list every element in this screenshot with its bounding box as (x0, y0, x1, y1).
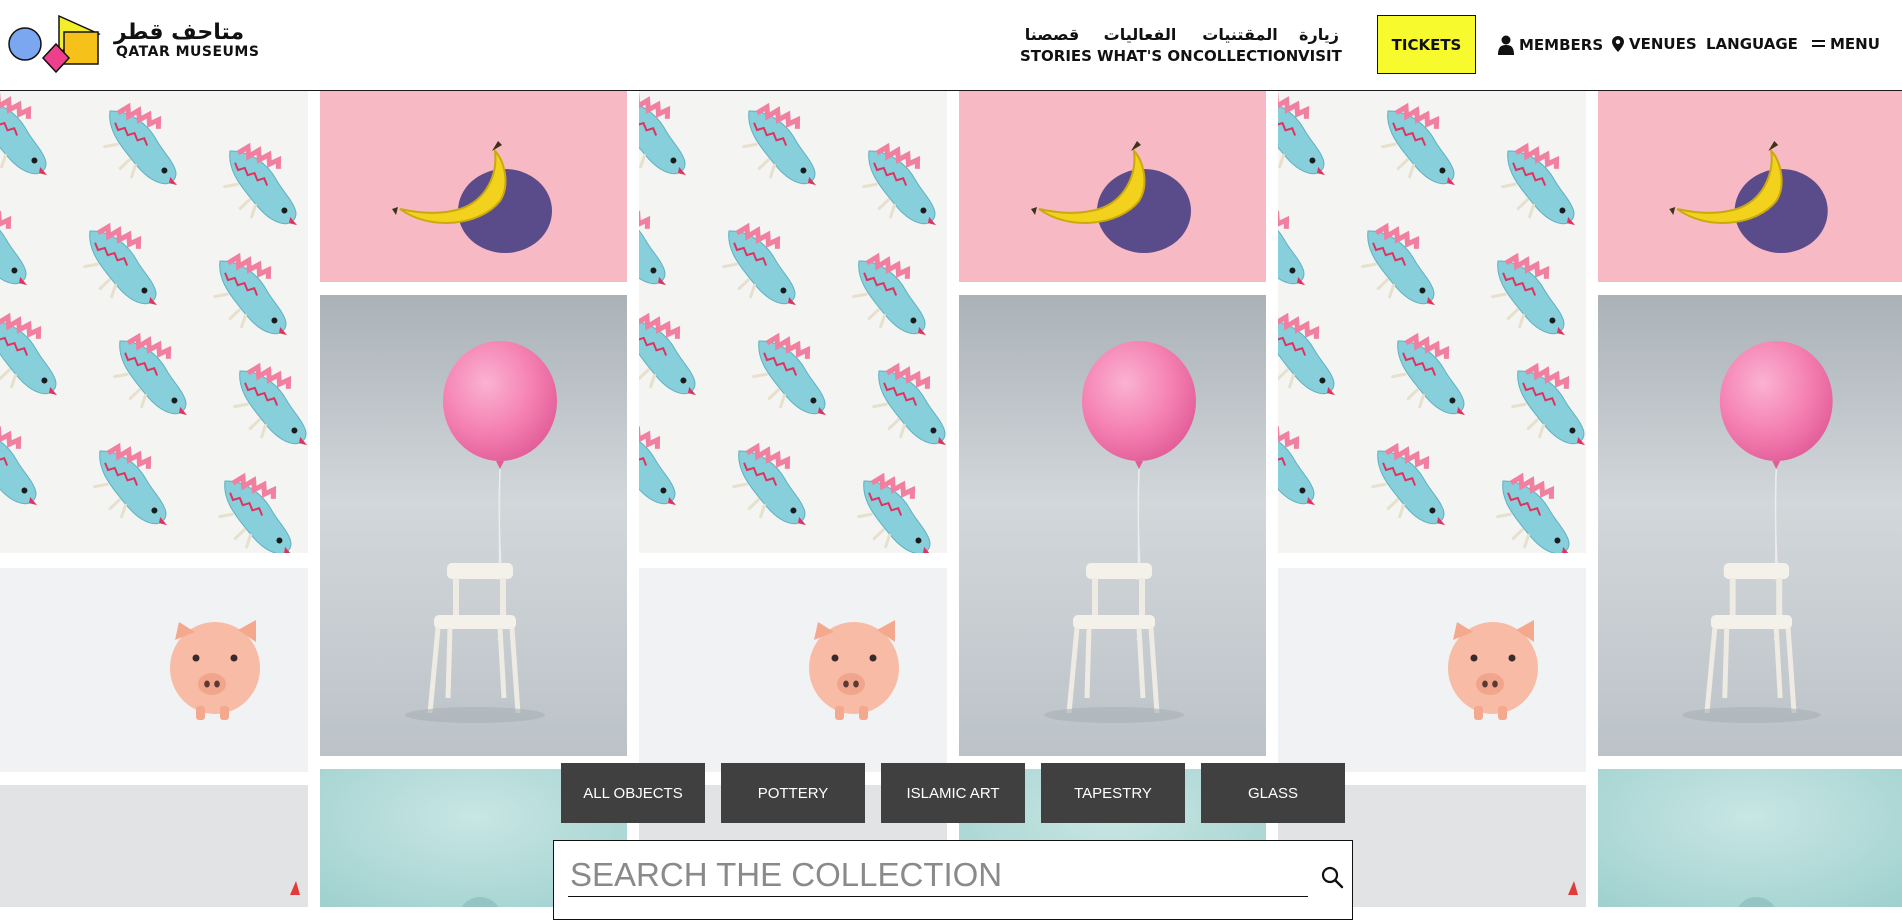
teal-balloon-image[interactable] (1598, 769, 1902, 907)
filter-tapestry-button[interactable]: TAPESTRY (1041, 763, 1185, 823)
lizard-pattern-image[interactable] (639, 91, 947, 553)
nav-item-stories[interactable]: قصصنا STORIES (1020, 24, 1092, 66)
piggy-bank-image[interactable] (0, 568, 308, 772)
nav-collection-label: COLLECTION (1193, 47, 1299, 65)
nav-item-collection[interactable]: المقتنيات COLLECTION (1193, 24, 1299, 66)
logo-shapes-icon (8, 14, 101, 74)
location-pin-icon (1612, 36, 1624, 52)
nav-item-visit[interactable]: زيارة VISIT (1298, 24, 1342, 66)
menu-button[interactable]: MENU (1812, 35, 1880, 53)
nav-visit-label: VISIT (1298, 47, 1342, 65)
search-icon[interactable] (1320, 865, 1344, 889)
tickets-button[interactable]: TICKETS (1377, 15, 1476, 74)
filter-pottery-button[interactable]: POTTERY (721, 763, 865, 823)
venues-label: VENUES (1629, 35, 1697, 53)
nav-stories-label: STORIES (1020, 47, 1092, 65)
balloon-chair-image[interactable] (320, 295, 627, 756)
nav-stories-arabic: قصصنا (1024, 25, 1080, 44)
site-header: متاحف قطر QATAR MUSEUMS قصصنا STORIES ال… (0, 0, 1902, 91)
logo-english-text: QATAR MUSEUMS (116, 44, 260, 60)
menu-lines-icon (1812, 40, 1825, 47)
filter-all-objects-button[interactable]: ALL OBJECTS (561, 763, 705, 823)
nav-whats-on-arabic: الفعاليات (1103, 25, 1177, 44)
members-link[interactable]: MEMBERS (1498, 35, 1603, 55)
collection-search-input[interactable] (568, 853, 1308, 897)
members-label: MEMBERS (1519, 36, 1604, 54)
nav-whats-on-label: WHAT'S ON (1097, 47, 1193, 65)
gray-object-image[interactable] (0, 785, 308, 907)
nav-collection-arabic: المقتنيات (1202, 25, 1278, 44)
filter-glass-button[interactable]: GLASS (1201, 763, 1345, 823)
nav-item-whats-on[interactable]: الفعاليات WHAT'S ON (1097, 24, 1193, 66)
balloon-chair-image[interactable] (1598, 295, 1902, 756)
qatar-museums-logo[interactable]: متاحف قطر QATAR MUSEUMS (7, 14, 259, 74)
person-icon (1498, 35, 1514, 55)
collection-search-box (553, 840, 1353, 920)
venues-link[interactable]: VENUES (1612, 35, 1697, 53)
nav-visit-arabic: زيارة (1299, 25, 1339, 44)
menu-label: MENU (1830, 35, 1880, 53)
banana-image[interactable] (1598, 91, 1902, 282)
lizard-pattern-image[interactable] (1278, 91, 1586, 553)
piggy-bank-image[interactable] (639, 568, 947, 772)
language-link[interactable]: LANGUAGE (1706, 35, 1798, 53)
filter-islamic-art-button[interactable]: ISLAMIC ART (881, 763, 1025, 823)
piggy-bank-image[interactable] (1278, 568, 1586, 772)
lizard-pattern-image[interactable] (0, 91, 308, 553)
banana-image[interactable] (959, 91, 1266, 282)
banana-image[interactable] (320, 91, 627, 282)
balloon-chair-image[interactable] (959, 295, 1266, 756)
logo-arabic-text: متاحف قطر (114, 20, 245, 45)
language-label: LANGUAGE (1706, 35, 1798, 53)
